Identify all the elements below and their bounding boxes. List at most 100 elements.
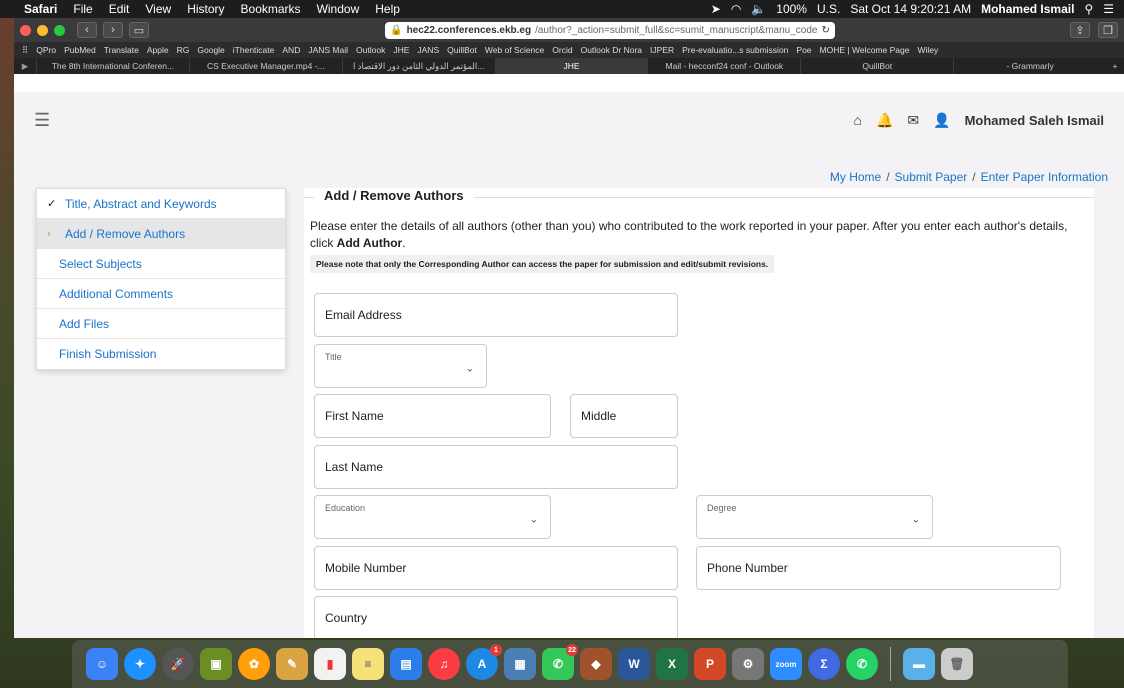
facetime-icon[interactable]: ✆ 22: [542, 644, 578, 680]
powerpoint-icon[interactable]: P: [694, 648, 726, 680]
hamburger-menu-icon[interactable]: ☰: [34, 110, 50, 131]
last-name-field[interactable]: Last Name: [314, 445, 678, 489]
bookmark-item[interactable]: PubMed: [64, 45, 96, 55]
bookmark-item[interactable]: Orcid: [552, 45, 572, 55]
menu-app-safari[interactable]: Safari: [24, 2, 57, 16]
bookmark-item[interactable]: AND: [282, 45, 300, 55]
launchpad-icon[interactable]: 🚀: [162, 648, 194, 680]
close-window-button[interactable]: [20, 24, 31, 36]
notes-icon[interactable]: ≡: [352, 648, 384, 680]
zoom-icon[interactable]: zoom: [770, 648, 802, 680]
bookmark-item[interactable]: IJPER: [650, 45, 674, 55]
photos-preview-icon[interactable]: ▣: [200, 648, 232, 680]
menu-file[interactable]: File: [73, 2, 92, 16]
bookmark-item[interactable]: Outlook: [356, 45, 385, 55]
step-finish-submission[interactable]: Finish Submission: [37, 339, 285, 369]
volume-icon[interactable]: 🔈: [751, 2, 766, 16]
bookmark-item[interactable]: Poe: [796, 45, 811, 55]
menu-history[interactable]: History: [187, 2, 224, 16]
breadcrumb-current[interactable]: Enter Paper Information: [981, 170, 1108, 184]
bookmark-item[interactable]: MOHE | Welcome Page: [820, 45, 910, 55]
tab-outlook[interactable]: Mail - hecconf24 conf - Outlook: [647, 58, 800, 74]
keynote-icon[interactable]: ▤: [390, 648, 422, 680]
education-select[interactable]: Education ⌄: [314, 495, 551, 539]
bookmarks-grid-icon[interactable]: ⠿: [22, 45, 28, 56]
step-add-files[interactable]: Add Files: [37, 309, 285, 339]
mathtype-icon[interactable]: Σ: [808, 648, 840, 680]
bookmark-item[interactable]: JANS: [417, 45, 439, 55]
menu-bookmarks[interactable]: Bookmarks: [241, 2, 301, 16]
preview-icon[interactable]: ▦: [504, 648, 536, 680]
zoom-window-button[interactable]: [54, 24, 65, 36]
tab-conference[interactable]: The 8th International Conferen...: [36, 58, 189, 74]
new-tab-button[interactable]: +: [1106, 58, 1124, 74]
wifi-icon[interactable]: ◠: [731, 2, 741, 16]
step-title-abstract[interactable]: ✓ Title, Abstract and Keywords: [37, 189, 285, 219]
home-icon[interactable]: ⌂: [853, 112, 861, 128]
numbers-icon[interactable]: ▮: [314, 648, 346, 680]
bookmark-item[interactable]: JANS Mail: [308, 45, 348, 55]
tab-quillbot[interactable]: QuillBot: [800, 58, 953, 74]
tab-cs-executive[interactable]: CS Executive Manager.mp4 -...: [188, 58, 342, 74]
excel-icon[interactable]: X: [656, 648, 688, 680]
safari-icon[interactable]: ✦: [124, 648, 156, 680]
step-select-subjects[interactable]: Select Subjects: [37, 249, 285, 279]
bookmark-item[interactable]: Wiley: [917, 45, 938, 55]
minimize-window-button[interactable]: [37, 24, 48, 36]
whatsapp-icon[interactable]: ✆: [846, 648, 878, 680]
tab-grammarly[interactable]: - Grammarly: [953, 58, 1106, 74]
word-icon[interactable]: W: [618, 648, 650, 680]
degree-select[interactable]: Degree ⌄: [696, 495, 933, 539]
reload-icon[interactable]: ↻: [821, 25, 829, 36]
finder-icon[interactable]: ☺: [86, 648, 118, 680]
input-source[interactable]: U.S.: [817, 2, 840, 16]
menu-help[interactable]: Help: [375, 2, 400, 16]
first-name-field[interactable]: First Name: [314, 394, 551, 438]
bookmark-item[interactable]: JHE: [393, 45, 409, 55]
bookmark-item[interactable]: Translate: [104, 45, 139, 55]
bookmark-item[interactable]: Google: [197, 45, 224, 55]
bookmark-item[interactable]: Outlook Dr Nora: [581, 45, 642, 55]
back-button[interactable]: ‹: [77, 22, 97, 38]
bell-icon[interactable]: 🔔: [876, 112, 893, 129]
tab-jhe[interactable]: JHE: [494, 58, 648, 74]
app-store-icon[interactable]: A1: [466, 644, 502, 680]
trash-icon[interactable]: 🗑: [941, 648, 973, 680]
bookmark-item[interactable]: RG: [177, 45, 190, 55]
breadcrumb-submit-paper[interactable]: Submit Paper: [895, 170, 968, 184]
user-icon[interactable]: 👤: [933, 112, 950, 129]
title-select[interactable]: Title ⌄: [314, 344, 487, 388]
breadcrumb-home[interactable]: My Home: [830, 170, 881, 184]
user-name[interactable]: Mohamed Saleh Ismail: [965, 113, 1104, 128]
tab-arabic-conference[interactable]: المؤتمر الدولي الثامن دور الاقتصاد ا...: [341, 58, 495, 74]
bookmark-item[interactable]: iThenticate: [233, 45, 275, 55]
address-bar[interactable]: 🔒 hec22.conferences.ekb.eg/author?_actio…: [385, 21, 835, 39]
package-icon[interactable]: ◆: [580, 648, 612, 680]
control-center-icon[interactable]: ☰: [1103, 2, 1114, 16]
photos-icon[interactable]: ✿: [238, 648, 270, 680]
phone-number-field[interactable]: Phone Number: [696, 546, 1061, 590]
mail-icon[interactable]: ✉: [907, 112, 919, 129]
bookmark-item[interactable]: QPro: [36, 45, 56, 55]
step-additional-comments[interactable]: Additional Comments: [37, 279, 285, 309]
sidebar-icon[interactable]: ▶: [14, 58, 36, 74]
share-button[interactable]: ⇪: [1070, 22, 1090, 38]
notes-draw-icon[interactable]: ✎: [276, 648, 308, 680]
menu-view[interactable]: View: [145, 2, 171, 16]
system-preferences-icon[interactable]: ⚙: [732, 648, 764, 680]
email-field[interactable]: Email Address: [314, 293, 678, 337]
middle-name-field[interactable]: Middle: [570, 394, 678, 438]
menubar-user[interactable]: Mohamed Ismail: [981, 2, 1074, 16]
bookmark-item[interactable]: QuillBot: [447, 45, 477, 55]
battery-percent[interactable]: 100%: [776, 2, 807, 16]
location-icon[interactable]: ➤: [711, 2, 721, 16]
step-add-remove-authors[interactable]: › Add / Remove Authors: [37, 219, 285, 249]
menu-edit[interactable]: Edit: [109, 2, 130, 16]
tab-overview-button[interactable]: ❐: [1098, 22, 1118, 38]
spotlight-icon[interactable]: ⚲: [1084, 2, 1093, 16]
forward-button[interactable]: ›: [103, 22, 123, 38]
country-field[interactable]: Country: [314, 596, 678, 638]
menu-window[interactable]: Window: [317, 2, 360, 16]
bookmark-item[interactable]: Apple: [147, 45, 169, 55]
bookmark-item[interactable]: Pre-evaluatio...s submission: [682, 45, 788, 55]
